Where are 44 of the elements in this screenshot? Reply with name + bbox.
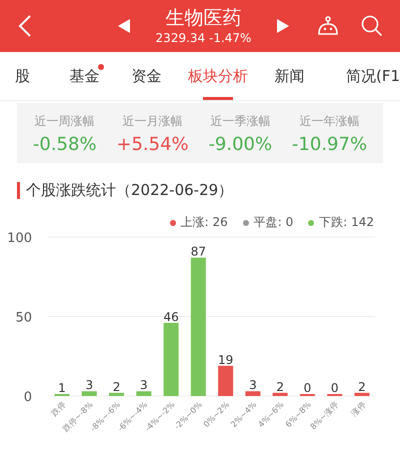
category-label: 跌停 [50,400,68,418]
value-label: 2 [358,380,366,394]
stat-label: 近一周涨幅 [34,113,95,130]
tab[interactable]: 新闻 [260,52,318,100]
tab[interactable]: 板块分析 [175,52,261,100]
previous-triangle-icon[interactable] [118,19,130,33]
robot-icon[interactable] [316,16,340,36]
value-label: 0 [304,381,312,395]
index-quote: 2329.34 -1.47% [156,30,252,46]
value-label: 46 [163,310,179,324]
legend-label: 平盘: 0 [254,214,294,231]
axis-tick-label: 100 [7,231,32,246]
section-title: 个股涨跌统计（2022-06-29） [26,181,234,200]
stat-label: 近一年涨幅 [299,113,360,130]
value-label: 2 [276,380,284,394]
next-triangle-icon[interactable] [277,19,289,33]
back-icon[interactable] [18,15,32,37]
value-label: 3 [249,378,257,392]
header-title: 生物医药 [166,6,242,30]
axis-tick-label: 0 [24,390,32,405]
search-icon[interactable] [361,15,383,37]
stat-label: 近一月涨幅 [122,113,182,130]
legend-label: 上涨: 26 [180,214,228,231]
section-marker [17,182,20,199]
tab[interactable]: 简况(F1 [318,52,400,100]
value-label: 19 [218,352,234,367]
value-label: 87 [190,244,206,259]
value-label: 0 [330,381,339,395]
value-label: 2 [112,380,120,394]
value-label: 3 [140,378,148,392]
tab[interactable]: 基金 [52,52,118,100]
axis-tick-label: 50 [15,310,32,326]
stat-value: +5.54% [116,134,189,155]
tab[interactable]: 资金 [117,52,176,100]
legend-label: 下跌: 142 [319,214,374,231]
stat-label: 近一季涨幅 [210,113,270,130]
value-label: 3 [85,378,94,392]
category-label: 涨停 [350,400,368,418]
value-label: 1 [58,381,66,395]
tab[interactable]: 股 [0,52,52,100]
stat-value: -10.97% [292,134,368,155]
stat-value: -0.58% [32,134,97,155]
notification-dot [98,64,104,70]
stat-value: -9.00% [208,134,272,155]
